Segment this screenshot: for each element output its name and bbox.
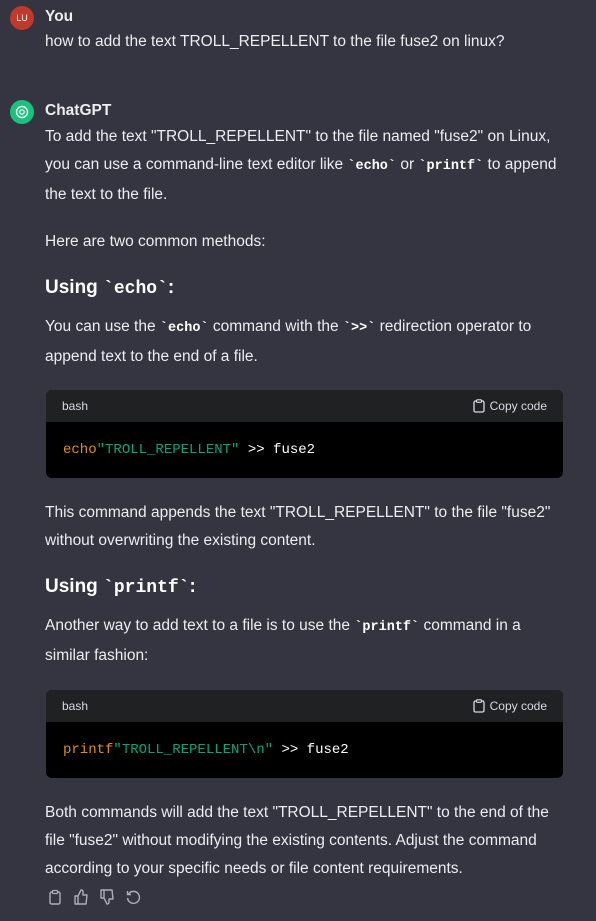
copy-icon[interactable]: [47, 889, 63, 905]
copy-code-label: Copy code: [489, 699, 547, 713]
heading-echo: Using `echo`:: [45, 274, 565, 303]
code-language: bash: [62, 399, 89, 413]
code-content: echo "TROLL_REPELLENT" >> fuse2: [46, 422, 563, 478]
paragraph: To add the text "TROLL_REPELLENT" to the…: [45, 123, 565, 209]
inline-code: `>>`: [342, 321, 376, 336]
copy-code-button[interactable]: Copy code: [472, 699, 547, 713]
code-string: "TROLL_REPELLENT": [96, 442, 240, 458]
chatgpt-logo-icon: [10, 100, 34, 124]
text-segment: command with the: [208, 318, 343, 335]
inline-code: `echo`: [347, 159, 397, 174]
inline-code: `echo`: [103, 279, 168, 299]
code-language: bash: [62, 699, 89, 713]
user-name: You: [45, 8, 74, 25]
text-segment: :: [167, 277, 175, 298]
text-segment: :: [189, 576, 196, 597]
code-command: echo: [63, 442, 97, 458]
code-rest: >> fuse2: [239, 442, 316, 458]
assistant-name: ChatGPT: [45, 102, 112, 119]
text-segment: This command appends the text "TROLL_REP…: [45, 504, 551, 549]
paragraph: Another way to add text to a file is to …: [45, 612, 565, 670]
clipboard-icon: [472, 399, 485, 413]
copy-code-button[interactable]: Copy code: [472, 399, 547, 413]
copy-code-label: Copy code: [489, 399, 547, 413]
paragraph: Here are two common methods:: [45, 228, 565, 256]
user-text: how to add the text TROLL_REPELLENT to t…: [45, 33, 505, 50]
text-segment: Another way to add text to a file is to …: [45, 617, 355, 634]
regenerate-icon[interactable]: [125, 889, 141, 905]
clipboard-icon: [472, 699, 485, 713]
thumbs-down-icon[interactable]: [99, 889, 115, 905]
code-string: "TROLL_REPELLENT\n": [113, 742, 274, 758]
text-segment: You can use the: [45, 318, 160, 335]
message-actions: [47, 889, 141, 905]
text-segment: Here are two common methods:: [45, 233, 266, 250]
inline-code: `echo`: [159, 321, 209, 336]
inline-code: `printf`: [103, 578, 190, 598]
code-command: printf: [63, 742, 114, 758]
code-block-echo: bash Copy code echo "TROLL_REPELLENT" >>…: [46, 390, 563, 478]
paragraph: This command appends the text "TROLL_REP…: [45, 499, 565, 555]
paragraph: Both commands will add the text "TROLL_R…: [45, 799, 565, 883]
text-segment: or: [396, 156, 419, 173]
user-avatar: LU: [10, 6, 34, 30]
code-block-printf: bash Copy code printf "TROLL_REPELLENT\n…: [46, 690, 563, 778]
paragraph: You can use the `echo` command with the …: [45, 313, 565, 371]
code-rest: >> fuse2: [273, 742, 349, 758]
text-segment: Using: [45, 277, 104, 298]
inline-code: `printf`: [418, 159, 484, 174]
inline-code: `printf`: [354, 620, 420, 635]
text-segment: Both commands will add the text "TROLL_R…: [45, 804, 549, 877]
thumbs-up-icon[interactable]: [73, 889, 89, 905]
text-segment: Using: [45, 576, 104, 597]
code-content: printf "TROLL_REPELLENT\n" >> fuse2: [46, 722, 563, 778]
heading-printf: Using `printf`:: [45, 573, 565, 602]
